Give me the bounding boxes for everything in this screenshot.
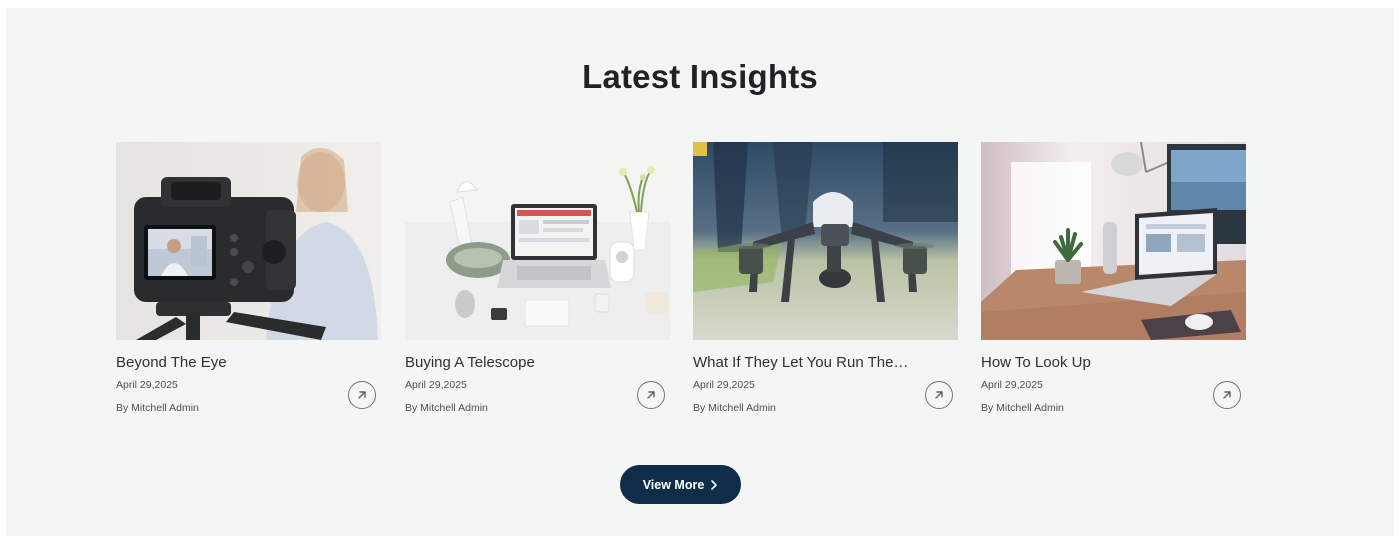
post-card[interactable]: Beyond The Eye April 29,2025 By Mitchell…	[116, 142, 381, 427]
arrow-up-right-icon	[1223, 391, 1231, 399]
post-date: April 29,2025	[693, 379, 755, 391]
open-post-button[interactable]	[925, 381, 953, 409]
open-post-button[interactable]	[637, 381, 665, 409]
post-card[interactable]: What If They Let You Run The… April 29,2…	[693, 142, 958, 427]
post-image-drone[interactable]	[693, 142, 958, 340]
arrow-up-right-icon	[647, 391, 655, 399]
view-more-label: View More	[642, 477, 705, 492]
post-author: By Mitchell Admin	[405, 402, 488, 414]
post-card[interactable]: How To Look Up April 29,2025 By Mitchell…	[981, 142, 1246, 427]
post-title[interactable]: What If They Let You Run The…	[693, 354, 928, 371]
post-image-workspace[interactable]	[981, 142, 1246, 340]
post-date: April 29,2025	[405, 379, 467, 391]
open-post-button[interactable]	[348, 381, 376, 409]
post-image-camera[interactable]	[116, 142, 381, 340]
arrow-up-right-icon	[358, 391, 366, 399]
post-title[interactable]: Beyond The Eye	[116, 354, 351, 371]
post-date: April 29,2025	[116, 379, 178, 391]
post-image-desk-laptop[interactable]	[405, 142, 670, 340]
section-heading: Latest Insights	[582, 58, 818, 95]
latest-insights-section: Latest Insights Beyond The Eye April 29,…	[6, 8, 1394, 536]
view-more-button[interactable]: View More	[620, 465, 741, 504]
post-title[interactable]: How To Look Up	[981, 354, 1216, 371]
post-author: By Mitchell Admin	[116, 402, 199, 414]
post-card[interactable]: Buying A Telescope April 29,2025 By Mitc…	[405, 142, 670, 427]
open-post-button[interactable]	[1213, 381, 1241, 409]
post-author: By Mitchell Admin	[693, 402, 776, 414]
chevron-right-icon	[711, 479, 718, 490]
post-date: April 29,2025	[981, 379, 1043, 391]
post-author: By Mitchell Admin	[981, 402, 1064, 414]
post-title[interactable]: Buying A Telescope	[405, 354, 640, 371]
arrow-up-right-icon	[935, 391, 943, 399]
